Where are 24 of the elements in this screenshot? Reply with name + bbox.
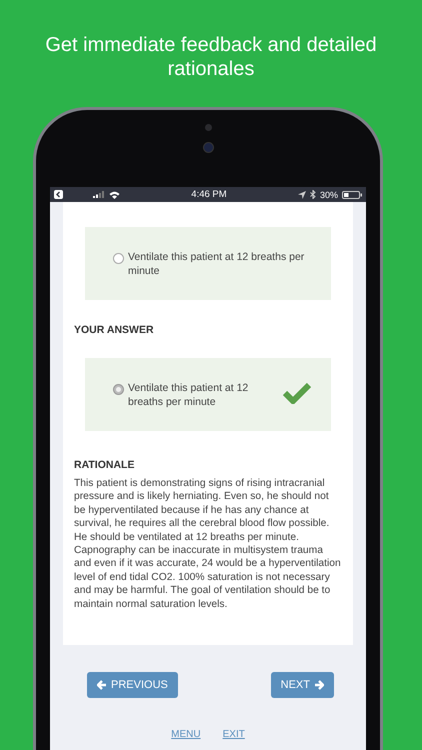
location-icon [298,190,306,198]
signal-icon [93,191,105,198]
nav-link[interactable]: MENU [171,729,201,740]
bluetooth-icon [310,190,316,199]
section-heading: RATIONALE [74,459,136,471]
radio-button[interactable] [113,384,124,395]
status-time: 4:46 PM [191,189,227,200]
headline: Get immediate feedback and detailed rationales [44,33,378,81]
arrow-left-icon [97,680,107,690]
previous-button[interactable]: PREVIOUS [87,672,178,698]
camera-icon [202,142,214,153]
rationale-text: This patient is demonstrating signs of rising intracranial pressure and is likely herniating. Even so, he should not be hyperventilated because if he has any chance at survival, he requires all the cerebral blood flow possible. He should be ventilated at 12 breaths per minute. Capnography can be inaccurate in multisystem trauma and even if it was accurate, 24 would be a hyperventilation level of end tidal CO2. 100% saturation is not necessary and may be harmful. The goal of ventilation should be to maintain normal saturation levels. [74,477,342,612]
answer-option[interactable]: Ventilate this patient at 12 breaths per minute [85,227,331,300]
battery-percent: 30% [320,190,338,200]
radio-button[interactable] [113,253,124,264]
section-heading: YOUR ANSWER [74,324,155,336]
back-icon[interactable] [54,190,63,199]
answer-option[interactable]: Ventilate this patient at 12 breaths per minute [85,358,331,431]
battery-icon [342,190,362,198]
arrow-right-icon [314,680,324,690]
next-button[interactable]: NEXT [270,672,334,698]
nav-link[interactable]: EXIT [222,729,245,740]
speaker-icon [204,124,212,131]
wifi-icon [109,190,120,198]
